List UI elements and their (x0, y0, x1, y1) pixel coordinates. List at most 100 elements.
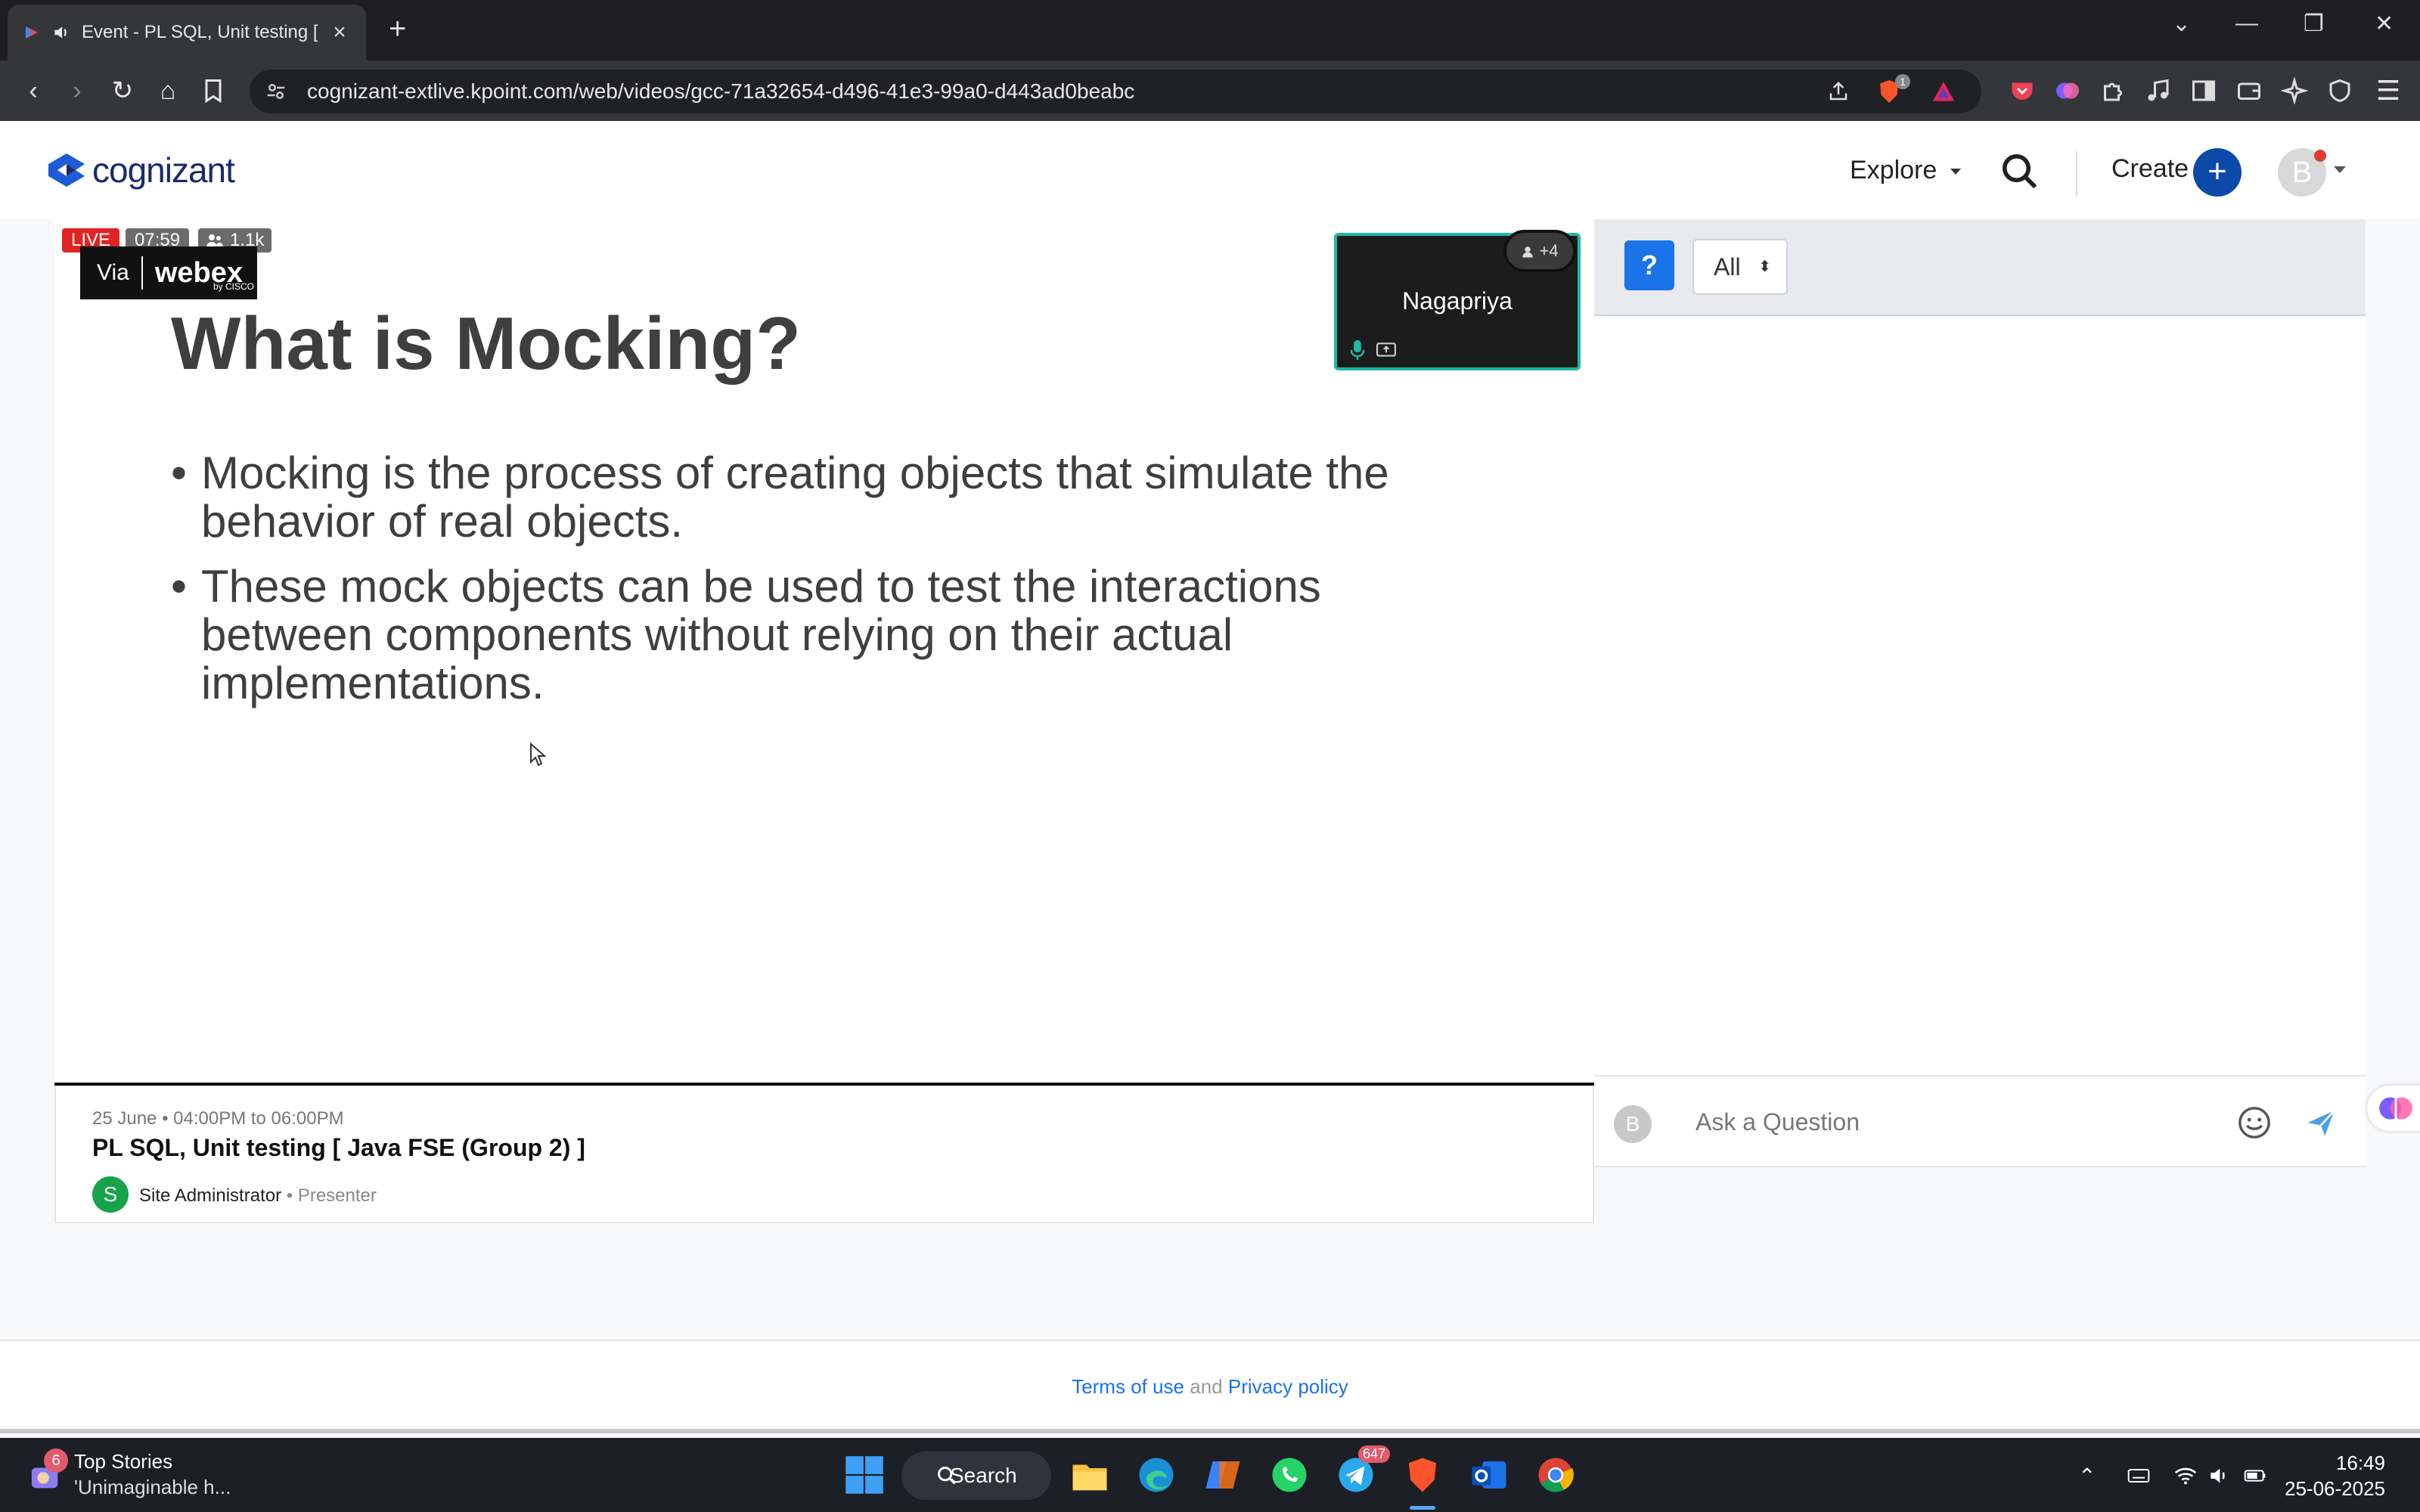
forward-button[interactable]: › (60, 74, 94, 107)
show-hidden-icons-chevron[interactable]: ⌃ (2078, 1464, 2102, 1488)
extensions-puzzle-icon[interactable] (2099, 77, 2127, 104)
search-icon[interactable] (2000, 151, 2040, 192)
new-tab-button[interactable]: + (389, 14, 406, 44)
volume-icon[interactable] (2207, 1464, 2231, 1488)
event-date: 25 June • 04:00PM to 06:00PM (92, 1108, 344, 1129)
wallet-icon[interactable] (2235, 77, 2263, 104)
webex-badge: Via webex by CISCO (80, 246, 257, 299)
presenter-avatar: S (92, 1176, 129, 1213)
qa-filter-value: All (1714, 253, 1741, 280)
brave-browser-icon[interactable] (1402, 1455, 1443, 1495)
emoji-icon[interactable] (2237, 1105, 2272, 1140)
news-subtitle[interactable]: 'Unimaginable h... (74, 1476, 231, 1499)
news-badge: 6 (44, 1448, 68, 1473)
home-button[interactable]: ⌂ (151, 74, 185, 107)
speaker-name: Nagapriya (1402, 287, 1512, 314)
cognizant-logo[interactable]: cognizant (47, 150, 235, 191)
qa-filter-select[interactable]: All ⬍ (1692, 239, 1788, 295)
slide-bullet-text: These mock objects can be used to test t… (201, 561, 1321, 708)
notification-dot (2314, 150, 2326, 162)
create-plus-button[interactable]: + (2193, 148, 2242, 197)
browser-menu-icon[interactable]: ☰ (2372, 74, 2405, 107)
person-icon (1522, 246, 1534, 258)
speaker-tile[interactable]: +4 Nagapriya (1334, 230, 1581, 370)
back-button[interactable]: ‹ (17, 74, 50, 107)
tab-search-chevron-icon[interactable]: ⌄ (2172, 11, 2191, 37)
ai-assistant-button[interactable] (2367, 1086, 2420, 1131)
slide-bullets: • Mocking is the process of creating obje… (171, 449, 1396, 724)
create-label[interactable]: Create (2111, 154, 2189, 184)
vpn-shield-icon[interactable] (2326, 77, 2353, 104)
whatsapp-icon[interactable] (1269, 1455, 1310, 1495)
select-arrows-icon: ⬍ (1758, 259, 1771, 275)
close-window-button[interactable]: ✕ (2375, 11, 2394, 37)
address-bar[interactable]: cognizant-extlive.kpoint.com/web/videos/… (250, 70, 1981, 113)
browser-toolbar: ‹ › ↻ ⌂ cognizant-extlive.kpoint.com/web… (0, 60, 2420, 121)
qa-user-avatar: B (1614, 1105, 1652, 1143)
slide-bullet: • Mocking is the process of creating obje… (171, 449, 1396, 546)
tab-close-icon[interactable]: × (328, 20, 351, 45)
terms-link[interactable]: Terms of use (1072, 1375, 1184, 1398)
news-title[interactable]: Top Stories (74, 1450, 172, 1473)
speaker-audio-icon[interactable] (51, 23, 71, 42)
presenter-name[interactable]: Site Administrator (139, 1185, 281, 1206)
explore-menu[interactable]: Explore (1850, 156, 1961, 185)
ai-brain-extension-icon[interactable] (2054, 77, 2081, 104)
more-participants-count: +4 (1539, 241, 1559, 260)
bookmark-icon[interactable] (200, 77, 227, 104)
search-icon (938, 1467, 956, 1485)
more-participants-badge[interactable]: +4 (1503, 230, 1576, 272)
outlook-icon[interactable] (1469, 1455, 1509, 1495)
qa-help-button[interactable]: ? (1624, 240, 1674, 290)
keyboard-icon[interactable] (2127, 1464, 2151, 1488)
site-settings-icon[interactable] (265, 80, 287, 103)
header-divider (2076, 151, 2077, 197)
windows-taskbar: 6 Top Stories 'Unimaginable h... Search … (0, 1438, 2420, 1512)
url-text: cognizant-extlive.kpoint.com/web/videos/… (307, 79, 1135, 103)
qa-panel: ? All ⬍ B Ask a Question (1594, 219, 2366, 1167)
explore-label: Explore (1850, 156, 1938, 184)
windows-start-icon[interactable] (844, 1455, 885, 1495)
share-icon[interactable] (1827, 80, 1850, 103)
active-app-indicator (1410, 1506, 1435, 1510)
ai-brain-icon (2379, 1097, 2412, 1120)
avatar-dropdown-icon[interactable] (2334, 166, 2346, 173)
wifi-icon[interactable] (2173, 1464, 2198, 1488)
presenter-role: • Presenter (286, 1185, 377, 1206)
webex-via: Via (80, 256, 143, 290)
slide-bullet: • These mock objects can be used to test … (171, 562, 1396, 708)
microphone-icon (1350, 340, 1365, 360)
shields-count-badge: 1 (1895, 74, 1910, 89)
pocket-icon[interactable] (2009, 77, 2036, 104)
privacy-link[interactable]: Privacy policy (1228, 1375, 1348, 1398)
minimize-button[interactable]: — (2235, 11, 2258, 36)
taskbar-search[interactable]: Search (901, 1452, 1051, 1500)
leo-ai-sparkle-icon[interactable] (2281, 77, 2308, 104)
taskbar-search-label: Search (950, 1464, 1017, 1487)
brave-rewards-icon[interactable] (1930, 79, 1957, 104)
ask-question-bar: B Ask a Question (1594, 1075, 2366, 1167)
chrome-icon[interactable] (1535, 1455, 1576, 1495)
file-explorer-icon[interactable] (1069, 1455, 1110, 1495)
reload-button[interactable]: ↻ (106, 74, 139, 107)
browser-tab[interactable]: Event - PL SQL, Unit testing [ × (8, 5, 366, 60)
battery-icon[interactable] (2243, 1464, 2267, 1488)
send-icon[interactable] (2305, 1107, 2337, 1139)
kpoint-favicon-icon (26, 26, 38, 39)
footer-and: and (1190, 1375, 1223, 1398)
page-footer: Terms of use and Privacy policy (0, 1340, 2420, 1433)
site-header: cognizant Explore Create + B (0, 121, 2420, 219)
system-clock[interactable]: 16:49 25-06-2025 (2285, 1450, 2385, 1501)
slide-bullet-text: Mocking is the process of creating objec… (201, 448, 1389, 547)
slide-title: What is Mocking? (171, 302, 801, 385)
ask-question-input[interactable]: Ask a Question (1696, 1108, 1860, 1136)
qa-toolbar: ? All ⬍ (1594, 219, 2366, 316)
webex-by: by CISCO (213, 281, 255, 292)
media-music-icon[interactable] (2145, 77, 2172, 104)
restore-button[interactable]: ❐ (2304, 11, 2324, 37)
sidebar-toggle-icon[interactable] (2190, 77, 2217, 104)
edge-browser-icon[interactable] (1136, 1455, 1177, 1495)
browser-tab-bar: Event - PL SQL, Unit testing [ × + ⌄ — ❐… (0, 0, 2420, 60)
copilot-icon[interactable] (1202, 1455, 1243, 1495)
telegram-badge: 647 (1358, 1445, 1391, 1463)
